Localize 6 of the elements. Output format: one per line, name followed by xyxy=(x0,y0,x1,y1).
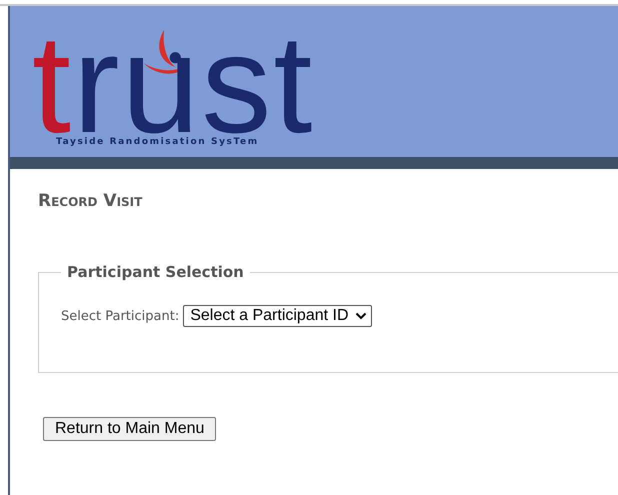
page-title: Record Visit xyxy=(38,191,144,211)
chevron-down-icon xyxy=(354,312,367,320)
return-button[interactable]: Return to Main Menu xyxy=(43,417,216,441)
fieldset-legend: Participant Selection xyxy=(61,263,250,281)
participant-select[interactable]: Select a Participant ID xyxy=(183,305,372,327)
select-label: Select Participant: xyxy=(61,308,180,324)
